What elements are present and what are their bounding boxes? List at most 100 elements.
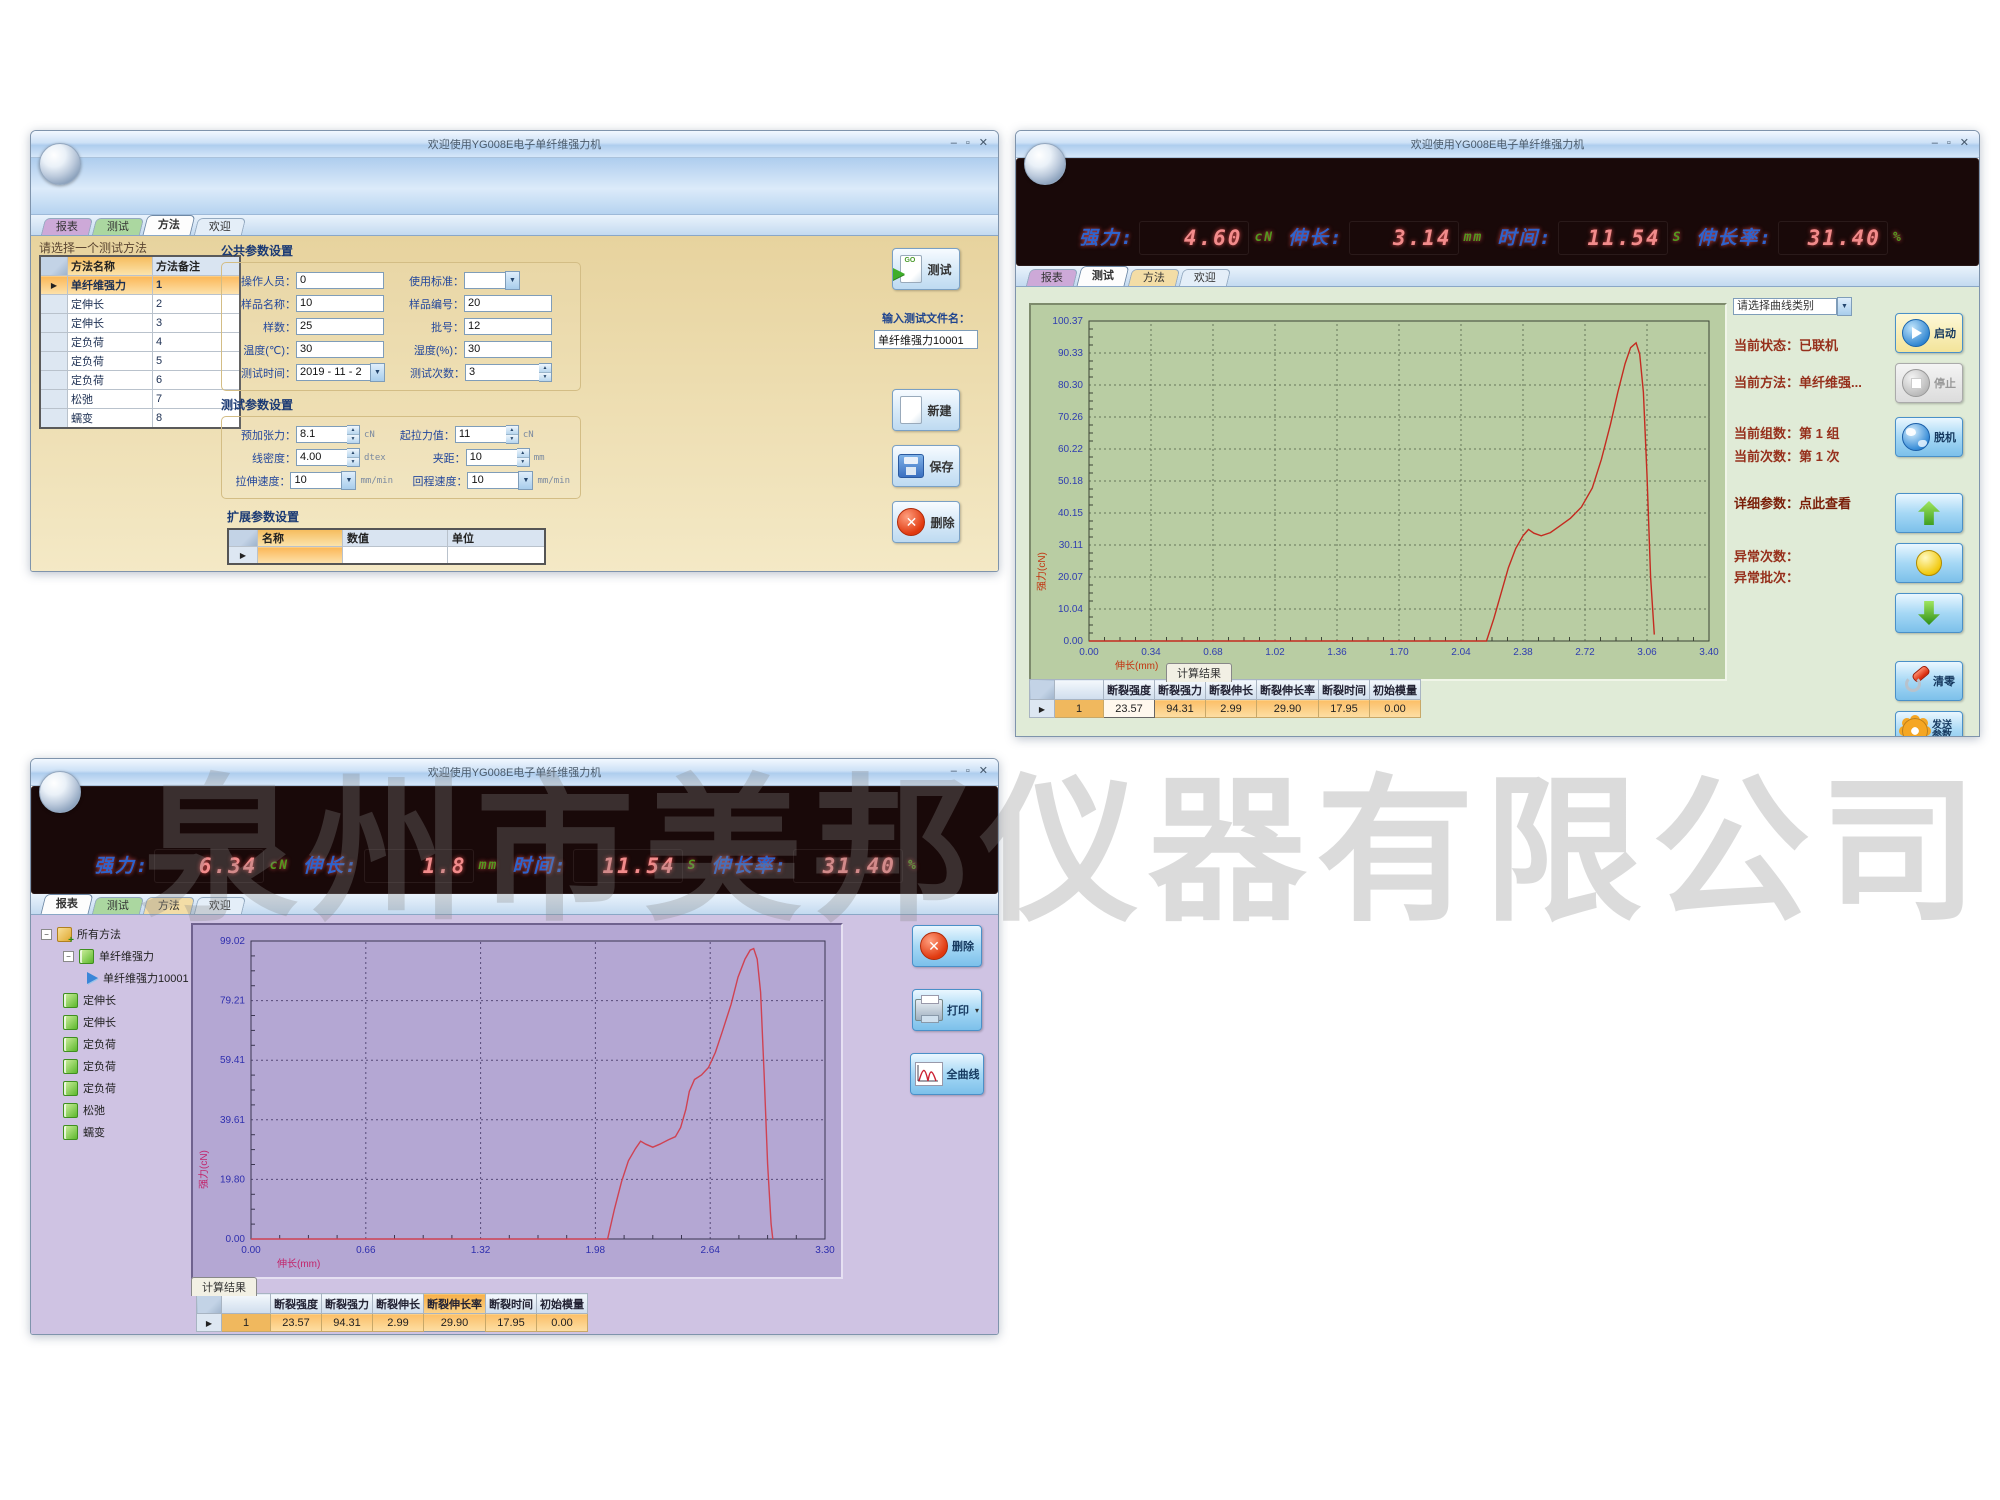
row-selector[interactable] bbox=[40, 371, 68, 390]
density-stepper[interactable]: 4.00 ▲▼ bbox=[296, 448, 360, 467]
tree-item-method[interactable]: 松弛 bbox=[37, 1099, 187, 1121]
row-selector[interactable] bbox=[197, 1314, 222, 1332]
sample-name-input[interactable]: 10 bbox=[296, 295, 384, 312]
jog-down-button[interactable] bbox=[1895, 593, 1963, 633]
test-button[interactable]: GO 测试 bbox=[892, 248, 960, 290]
method-row[interactable]: 定伸长 2 bbox=[40, 295, 240, 314]
results-header[interactable]: 断裂时间 bbox=[486, 1294, 537, 1314]
results-header-highlighted[interactable]: 断裂伸长率 bbox=[424, 1294, 486, 1314]
tree-item-method[interactable]: 单纤维强力 bbox=[37, 945, 187, 967]
tree-item-all-methods[interactable]: 所有方法 bbox=[37, 923, 187, 945]
method-name-cell[interactable]: 蠕变 bbox=[68, 409, 153, 429]
offline-button[interactable]: 脱机 bbox=[1895, 417, 1963, 457]
print-button[interactable]: 打印 ▾ bbox=[912, 989, 982, 1031]
delete-record-button[interactable]: ✕ 删除 bbox=[912, 925, 982, 967]
method-row[interactable]: 蠕变 8 bbox=[40, 409, 240, 429]
method-row[interactable]: 定负荷 5 bbox=[40, 352, 240, 371]
return-speed-select[interactable]: 10 ▼ bbox=[467, 471, 533, 490]
curve-type-select[interactable]: 请选择曲线类别 ▼ bbox=[1733, 297, 1852, 316]
new-button[interactable]: 新建 bbox=[892, 389, 960, 431]
row-selector[interactable] bbox=[40, 314, 68, 333]
results-cell-selected[interactable]: 29.90 bbox=[424, 1314, 486, 1332]
results-header[interactable]: 断裂伸长 bbox=[1206, 680, 1257, 700]
chevron-down-icon[interactable]: ▼ bbox=[505, 271, 520, 290]
results-cell[interactable]: 0.00 bbox=[537, 1314, 588, 1332]
chevron-down-icon[interactable]: ▼ bbox=[370, 363, 385, 382]
row-selector[interactable] bbox=[40, 333, 68, 352]
send-params-button[interactable]: 发送参数 bbox=[1895, 711, 1963, 737]
results-cell[interactable]: 0.00 bbox=[1370, 700, 1421, 718]
extend-header-value[interactable]: 数值 bbox=[343, 529, 448, 547]
results-cell[interactable]: 29.90 bbox=[1257, 700, 1319, 718]
tab-welcome[interactable]: 欢迎 bbox=[194, 218, 246, 235]
row-selector[interactable] bbox=[40, 409, 68, 429]
minimize-button[interactable]: – bbox=[1932, 137, 1938, 150]
results-header[interactable]: 断裂强力 bbox=[322, 1294, 373, 1314]
collapse-icon[interactable] bbox=[63, 951, 74, 962]
status-detail-link[interactable]: 详细参数：点此查看 bbox=[1734, 497, 1862, 512]
test-count-stepper[interactable]: 3 ▲▼ bbox=[465, 363, 552, 382]
stretch-speed-select[interactable]: 10 ▼ bbox=[290, 471, 356, 490]
extend-unit-cell[interactable] bbox=[448, 547, 546, 565]
close-button[interactable]: ✕ bbox=[979, 137, 988, 150]
standard-select[interactable]: ▼ bbox=[464, 271, 520, 290]
minimize-button[interactable]: – bbox=[951, 765, 957, 778]
tab-method[interactable]: 方法 bbox=[143, 215, 196, 235]
results-cell[interactable]: 23.57 bbox=[1104, 700, 1155, 718]
minimize-button[interactable]: – bbox=[951, 137, 957, 150]
titlebar[interactable]: 欢迎使用YG008E电子单纤维强力机 – ▫ ✕ bbox=[31, 131, 998, 158]
titlebar[interactable]: 欢迎使用YG008E电子单纤维强力机 – ▫ ✕ bbox=[1016, 131, 1979, 158]
operator-input[interactable]: 0 bbox=[296, 272, 384, 289]
results-header[interactable]: 断裂时间 bbox=[1319, 680, 1370, 700]
pull-force-stepper[interactable]: 11 ▲▼ bbox=[455, 425, 519, 444]
results-header[interactable]: 断裂强度 bbox=[1104, 680, 1155, 700]
results-row[interactable]: 1 23.57 94.31 2.99 29.90 17.95 0.00 bbox=[197, 1314, 588, 1332]
tree-item-method[interactable]: 定负荷 bbox=[37, 1033, 187, 1055]
method-row[interactable]: 松弛 7 bbox=[40, 390, 240, 409]
tab-report[interactable]: 报表 bbox=[1026, 269, 1078, 286]
delete-button[interactable]: ✕ 删除 bbox=[892, 501, 960, 543]
tab-welcome[interactable]: 欢迎 bbox=[1179, 269, 1231, 286]
tree-item-method[interactable]: 定负荷 bbox=[37, 1077, 187, 1099]
pause-ball-button[interactable] bbox=[1895, 543, 1963, 583]
row-selector[interactable] bbox=[228, 547, 258, 565]
row-selector[interactable] bbox=[40, 295, 68, 314]
method-name-cell[interactable]: 定负荷 bbox=[68, 371, 153, 390]
results-cell[interactable]: 17.95 bbox=[1319, 700, 1370, 718]
sample-count-input[interactable]: 25 bbox=[296, 318, 384, 335]
tab-report[interactable]: 报表 bbox=[41, 894, 94, 914]
results-cell[interactable]: 94.31 bbox=[322, 1314, 373, 1332]
results-header[interactable]: 断裂强度 bbox=[271, 1294, 322, 1314]
all-curves-button[interactable]: 全曲线 bbox=[910, 1053, 984, 1095]
row-selector[interactable] bbox=[1030, 700, 1055, 718]
maximize-button[interactable]: ▫ bbox=[966, 137, 970, 150]
maximize-button[interactable]: ▫ bbox=[966, 765, 970, 778]
method-name-cell[interactable]: 定负荷 bbox=[68, 333, 153, 352]
save-button[interactable]: 保存 bbox=[892, 445, 960, 487]
row-selector[interactable] bbox=[40, 390, 68, 409]
temperature-input[interactable]: 30 bbox=[296, 341, 384, 358]
method-name-cell[interactable]: 单纤维强力 bbox=[68, 276, 153, 295]
start-button[interactable]: 启动 bbox=[1895, 313, 1963, 353]
tab-test[interactable]: 测试 bbox=[1077, 266, 1130, 286]
extend-header-name[interactable]: 名称 bbox=[258, 529, 343, 547]
gauge-stepper[interactable]: 10 ▲▼ bbox=[466, 448, 530, 467]
method-name-cell[interactable]: 定负荷 bbox=[68, 352, 153, 371]
tab-test[interactable]: 测试 bbox=[92, 897, 144, 914]
method-name-cell[interactable]: 松弛 bbox=[68, 390, 153, 409]
collapse-icon[interactable] bbox=[41, 929, 52, 940]
method-row[interactable]: 单纤维强力 1 bbox=[40, 276, 240, 295]
results-header[interactable]: 断裂伸长 bbox=[373, 1294, 424, 1314]
method-name-cell[interactable]: 定伸长 bbox=[68, 295, 153, 314]
results-header[interactable]: 初始模量 bbox=[1370, 680, 1421, 700]
method-table-header-name[interactable]: 方法名称 bbox=[68, 256, 153, 276]
file-name-input[interactable]: 单纤维强力10001 bbox=[874, 330, 978, 349]
close-button[interactable]: ✕ bbox=[1960, 137, 1969, 150]
tab-method[interactable]: 方法 bbox=[143, 897, 195, 914]
results-cell[interactable]: 2.99 bbox=[373, 1314, 424, 1332]
results-header[interactable]: 初始模量 bbox=[537, 1294, 588, 1314]
zero-clear-button[interactable]: 清零 bbox=[1895, 661, 1963, 701]
test-time-picker[interactable]: 2019 - 11 - 2 ▼ bbox=[296, 363, 385, 382]
results-index-cell[interactable]: 1 bbox=[222, 1314, 271, 1332]
method-row[interactable]: 定负荷 6 bbox=[40, 371, 240, 390]
